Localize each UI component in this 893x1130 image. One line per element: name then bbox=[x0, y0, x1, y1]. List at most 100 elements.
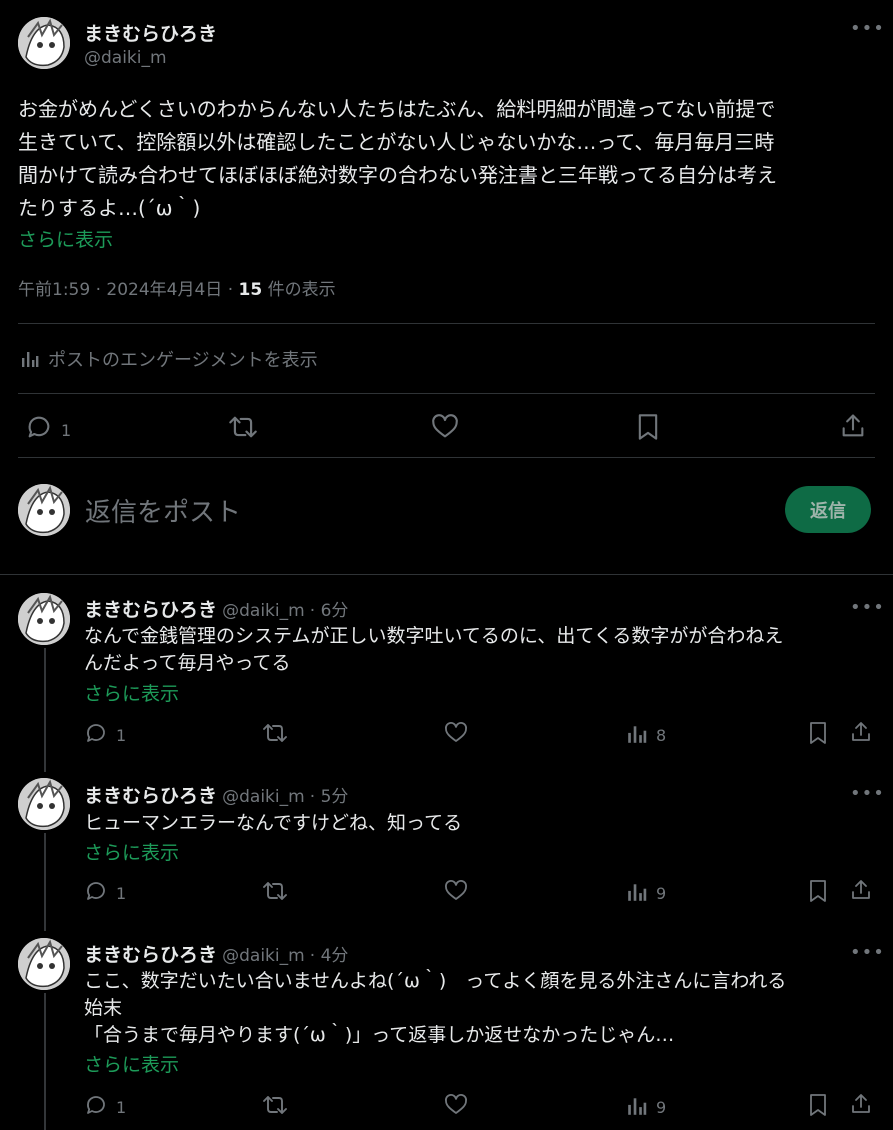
reply-text: ここ、数字だいたい合いませんよね(´ω｀) ってよく顔を見る外注さんに言われる … bbox=[84, 970, 787, 1046]
share-icon bbox=[852, 1094, 870, 1113]
repost-icon bbox=[263, 882, 287, 900]
reply-button[interactable]: 1 bbox=[25, 413, 71, 441]
repost-button[interactable] bbox=[262, 1093, 288, 1117]
reply-author-name[interactable]: まきむらひろき bbox=[84, 944, 217, 966]
more-options-icon[interactable]: ••• bbox=[850, 18, 885, 39]
repost-icon bbox=[263, 724, 287, 742]
post-time[interactable]: 午前1:59 bbox=[18, 280, 90, 300]
reply-handle[interactable]: @daiki_m bbox=[222, 787, 305, 807]
avatar[interactable] bbox=[18, 778, 70, 830]
repost-button[interactable] bbox=[262, 879, 288, 903]
reply-author-name[interactable]: まきむらひろき bbox=[84, 785, 217, 807]
post-text-line: たりするよ…(´ω｀) bbox=[18, 196, 201, 220]
share-button[interactable] bbox=[839, 412, 867, 440]
reply-time[interactable]: 6分 bbox=[321, 601, 349, 621]
thread-line bbox=[44, 648, 46, 772]
avatar[interactable] bbox=[18, 17, 70, 69]
heart-icon bbox=[445, 880, 467, 900]
reply-submit-button[interactable]: 返信 bbox=[785, 486, 871, 533]
like-button[interactable] bbox=[431, 413, 459, 441]
bookmark-button[interactable] bbox=[636, 413, 660, 441]
heart-icon bbox=[445, 722, 467, 742]
repost-button[interactable] bbox=[262, 721, 288, 745]
reply-count: 1 bbox=[116, 883, 127, 903]
views-count: 9 bbox=[656, 884, 667, 903]
reply-composer-input[interactable]: 返信をポスト bbox=[85, 492, 685, 529]
more-options-icon[interactable]: ••• bbox=[850, 597, 885, 618]
show-more-link[interactable]: さらに表示 bbox=[18, 225, 113, 252]
reply-header: まきむらひろき @daiki_m · 5分 bbox=[84, 785, 349, 807]
views-count: 9 bbox=[656, 1098, 667, 1117]
reply-button[interactable]: 1 bbox=[84, 721, 126, 745]
share-icon bbox=[842, 414, 864, 437]
post-timestamp: 午前1:59 · 2024年4月4日 · 15 件の表示 bbox=[18, 280, 336, 300]
views-button[interactable]: 9 bbox=[626, 1094, 666, 1117]
share-icon bbox=[852, 722, 870, 741]
analytics-icon bbox=[22, 352, 39, 367]
reply-handle[interactable]: @daiki_m bbox=[222, 601, 305, 621]
more-options-icon[interactable]: ••• bbox=[850, 783, 885, 804]
divider bbox=[18, 323, 875, 324]
like-button[interactable] bbox=[444, 879, 468, 903]
views-count: 15 bbox=[238, 280, 263, 300]
views-label: 件の表示 bbox=[267, 280, 336, 300]
show-more-link[interactable]: さらに表示 bbox=[84, 1050, 179, 1077]
reply-author-name[interactable]: まきむらひろき bbox=[84, 599, 217, 621]
show-more-link[interactable]: さらに表示 bbox=[84, 679, 179, 706]
reply-icon bbox=[28, 416, 50, 438]
like-button[interactable] bbox=[444, 1093, 468, 1117]
views-button[interactable]: 9 bbox=[626, 880, 666, 903]
reply-handle[interactable]: @daiki_m bbox=[222, 946, 305, 966]
repost-button[interactable] bbox=[228, 413, 258, 441]
more-options-icon[interactable]: ••• bbox=[850, 942, 885, 963]
reply-header: まきむらひろき @daiki_m · 6分 bbox=[84, 599, 349, 621]
avatar[interactable] bbox=[18, 938, 70, 990]
post-date[interactable]: 2024年4月4日 bbox=[106, 280, 222, 300]
post-text-line: 生きていて、控除額以外は確認したことがない人じゃないかな…って、毎月毎月三時 bbox=[18, 130, 775, 154]
analytics-icon bbox=[628, 883, 647, 901]
post-text-line: 間かけて読み合わせてほぼほぼ絶対数字の合わない発注書と三年戦ってる自分は考え bbox=[18, 163, 777, 187]
bookmark-button[interactable] bbox=[808, 721, 828, 745]
divider bbox=[18, 457, 875, 458]
author-name[interactable]: まきむらひろき bbox=[84, 19, 217, 46]
reply-time[interactable]: 5分 bbox=[321, 787, 349, 807]
avatar[interactable] bbox=[18, 484, 70, 536]
bookmark-icon bbox=[810, 1094, 826, 1116]
analytics-icon bbox=[628, 1097, 647, 1115]
share-button[interactable] bbox=[849, 720, 873, 744]
reply-button[interactable]: 1 bbox=[84, 1093, 126, 1117]
like-button[interactable] bbox=[444, 721, 468, 745]
repost-icon bbox=[263, 1096, 287, 1114]
reply-icon bbox=[87, 1096, 105, 1114]
reply-header: まきむらひろき @daiki_m · 4分 bbox=[84, 944, 349, 966]
thread-line bbox=[44, 833, 46, 931]
heart-icon bbox=[445, 1094, 467, 1114]
reply-text: なんで金銭管理のシステムが正しい数字吐いてるのに、出てくる数字がが合わねえ んだ… bbox=[84, 625, 784, 674]
reply-button[interactable]: 1 bbox=[84, 879, 126, 903]
bookmark-icon bbox=[810, 880, 826, 902]
thread-line bbox=[44, 993, 46, 1130]
views-button[interactable]: 8 bbox=[626, 722, 666, 745]
show-more-link[interactable]: さらに表示 bbox=[84, 838, 179, 865]
bookmark-icon bbox=[638, 414, 658, 440]
bookmark-button[interactable] bbox=[808, 1093, 828, 1117]
heart-icon bbox=[432, 414, 458, 438]
repost-icon bbox=[229, 416, 257, 438]
bookmark-icon bbox=[810, 722, 826, 744]
avatar[interactable] bbox=[18, 593, 70, 645]
analytics-icon bbox=[628, 725, 647, 743]
reply-icon bbox=[87, 882, 105, 900]
share-button[interactable] bbox=[849, 878, 873, 902]
post-text: お金がめんどくさいのわからんない人たちはたぶん、給料明細が間違ってない前提で 生… bbox=[18, 96, 878, 222]
share-button[interactable] bbox=[849, 1092, 873, 1116]
engagement-link[interactable]: ポストのエンゲージメントを表示 bbox=[20, 346, 318, 372]
section-divider bbox=[0, 574, 893, 575]
bookmark-button[interactable] bbox=[808, 879, 828, 903]
reply-text: ヒューマンエラーなんですけどね、知ってる bbox=[84, 812, 463, 834]
reply-count: 1 bbox=[116, 725, 127, 745]
divider bbox=[18, 393, 875, 394]
author-handle[interactable]: @daiki_m bbox=[84, 48, 167, 68]
engagement-label: ポストのエンゲージメントを表示 bbox=[48, 350, 318, 371]
reply-time[interactable]: 4分 bbox=[321, 946, 349, 966]
views-count: 8 bbox=[656, 726, 667, 745]
